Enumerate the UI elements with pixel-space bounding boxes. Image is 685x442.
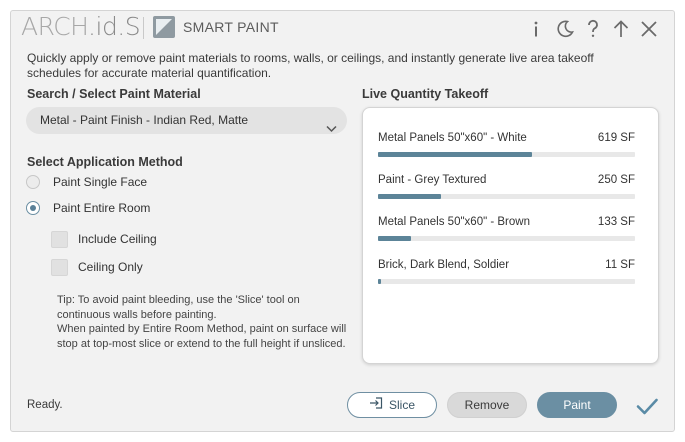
- takeoff-label: Live Quantity Takeoff: [362, 87, 489, 101]
- takeoff-item-value: 250 SF: [597, 174, 635, 186]
- slice-icon: [369, 393, 383, 417]
- radio-button-selected[interactable]: [26, 201, 40, 215]
- takeoff-bar-fill: [378, 236, 412, 241]
- method-label: Select Application Method: [27, 155, 183, 169]
- paint-material-select[interactable]: Metal - Paint Finish - Indian Red, Matte: [26, 107, 347, 134]
- arrow-up-icon[interactable]: [610, 18, 632, 40]
- smart-paint-icon: [153, 16, 175, 38]
- app-title: SMART PAINT: [183, 19, 279, 35]
- radio-button[interactable]: [26, 175, 40, 189]
- title-bar: ARCH.id.S SMART PAINT: [11, 11, 674, 47]
- checkbox-label: Ceiling Only: [78, 260, 143, 274]
- tip-line: Tip: To avoid paint bleeding, use the 'S…: [57, 294, 300, 306]
- paint-button[interactable]: Paint: [537, 392, 617, 418]
- checkbox[interactable]: [51, 231, 68, 248]
- selected-material: Metal - Paint Finish - Indian Red, Matte: [40, 113, 249, 127]
- takeoff-bar-fill: [378, 194, 441, 199]
- remove-button[interactable]: Remove: [447, 392, 527, 418]
- tip-line: stop at top-most slice or extend to the …: [57, 337, 346, 350]
- takeoff-bar-fill: [378, 279, 382, 284]
- title-divider: [143, 17, 144, 39]
- takeoff-item: Brick, Dark Blend, Soldier 11 SF: [378, 259, 635, 289]
- takeoff-item-name: Brick, Dark Blend, Soldier: [378, 259, 510, 271]
- slice-button[interactable]: Slice: [347, 392, 437, 418]
- tip-line: continuous walls before painting.: [57, 308, 217, 321]
- takeoff-item: Paint - Grey Textured 250 SF: [378, 174, 635, 204]
- close-icon[interactable]: [638, 18, 660, 40]
- checkbox[interactable]: [51, 259, 68, 276]
- takeoff-bar-fill: [378, 152, 533, 157]
- takeoff-panel: Metal Panels 50"x60" - White 619 SF Pain…: [362, 107, 659, 364]
- takeoff-item: Metal Panels 50"x60" - White 619 SF: [378, 132, 635, 162]
- takeoff-item-name: Metal Panels 50"x60" - Brown: [378, 216, 530, 228]
- takeoff-bar-track: [378, 194, 635, 199]
- checkbox-label: Include Ceiling: [78, 232, 157, 246]
- smart-paint-window: ARCH.id.S SMART PAINT Quickly apply or r…: [10, 10, 675, 432]
- brand-logo: ARCH.id.S: [21, 12, 141, 41]
- takeoff-item-value: 619 SF: [597, 132, 635, 144]
- takeoff-item: Metal Panels 50"x60" - Brown 133 SF: [378, 216, 635, 246]
- help-icon[interactable]: [582, 18, 604, 40]
- takeoff-item-value: 11 SF: [605, 259, 635, 271]
- takeoff-item-value: 133 SF: [597, 216, 635, 228]
- chevron-down-icon: [326, 116, 337, 143]
- confirm-check-icon[interactable]: [635, 394, 659, 418]
- radio-label: Paint Entire Room: [53, 201, 151, 215]
- brand-prefix: ARCH: [21, 12, 89, 41]
- tip-line: When painted by Entire Room Method, pain…: [57, 323, 347, 335]
- takeoff-bar-track: [378, 236, 635, 241]
- takeoff-item-name: Metal Panels 50"x60" - White: [378, 132, 527, 144]
- takeoff-bar-track: [378, 152, 635, 157]
- brand-suffix: .id.S: [88, 12, 141, 41]
- status-text: Ready.: [27, 399, 63, 411]
- moon-icon[interactable]: [554, 18, 576, 40]
- tip-text: Tip: To avoid paint bleeding, use the 'S…: [57, 293, 357, 351]
- search-label: Search / Select Paint Material: [27, 87, 201, 101]
- radio-label: Paint Single Face: [53, 175, 148, 189]
- slice-label: Slice: [388, 398, 415, 412]
- info-icon[interactable]: [525, 18, 547, 40]
- app-description: Quickly apply or remove paint materials …: [27, 51, 594, 80]
- takeoff-bar-track: [378, 279, 635, 284]
- takeoff-item-name: Paint - Grey Textured: [378, 174, 487, 186]
